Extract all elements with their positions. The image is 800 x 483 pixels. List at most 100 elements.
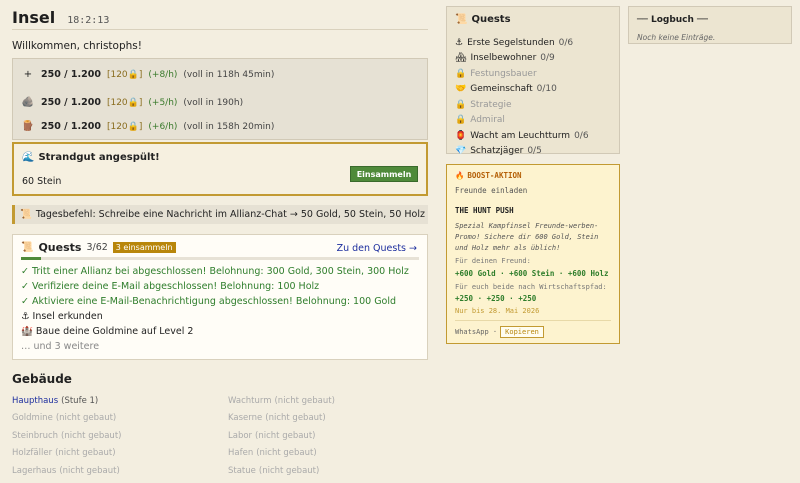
friend-label: Für deinen Freund: <box>455 257 531 265</box>
boost-subtitle: Freunde einladen <box>455 186 528 195</box>
side-quest-item[interactable]: 🔒 Strategie <box>455 97 589 113</box>
side-quest-name: Strategie <box>470 99 512 110</box>
lock-icon: 🔒 <box>455 115 467 126</box>
lock-icon: 🔒 <box>455 99 467 110</box>
side-quest-item[interactable]: 🏘 Inselbewohner 0/9 <box>455 51 589 67</box>
side-quest-progress: 0/10 <box>536 84 557 95</box>
side-quest-name: Gemeinschaft <box>470 84 533 95</box>
building-state: (nicht gebaut) <box>256 448 317 459</box>
quest-icon: 🏘 <box>455 53 467 64</box>
building-item: Holzfäller (nicht gebaut) <box>12 445 125 463</box>
side-quest-item[interactable]: 💎 Schatzjäger 0/5 <box>455 144 589 160</box>
side-quests-header: 📜 Quests <box>455 14 511 25</box>
wave-icon: 🌊 <box>22 152 35 163</box>
quests-panel: 📜 Quests 3/62 3 einsammeln Zu den Quests… <box>12 234 428 360</box>
gold-icon: + <box>23 69 33 80</box>
resource-amount: 250 / 1.200 <box>41 69 101 80</box>
copy-button[interactable]: Kopieren <box>500 326 544 338</box>
quest-item: … und 3 weitere <box>21 341 100 352</box>
quest-icon: ⚓ <box>455 37 464 48</box>
side-quest-name: Festungsbauer <box>470 68 537 79</box>
quest-item: ⚓ Insel erkunden <box>21 311 103 322</box>
resource-rate: (+5/h) <box>148 97 178 108</box>
alert-title: Strandgut angespült! <box>38 152 160 163</box>
side-quest-progress: 0/6 <box>558 37 574 48</box>
building-name: Goldmine <box>12 413 53 424</box>
lock-icon: 🔒 <box>455 68 467 79</box>
quest-item: 🏰 Baue deine Goldmine auf Level 2 <box>21 326 194 337</box>
quest-icon: 💎 <box>455 146 467 157</box>
building-item: Steinmauer(nicht gebaut) <box>12 480 125 483</box>
building-name: Lagerhaus <box>12 465 57 476</box>
boost-header: 🔥 BOOST-AKTION <box>455 171 522 180</box>
side-quest-item[interactable]: 🔒 Admiral <box>455 113 589 129</box>
quest-icon: 🤝 <box>455 84 467 95</box>
quests-link[interactable]: Zu den Quests → <box>337 243 417 254</box>
resource-row-wood: 🪵 250 / 1.200 [120🔒] (+6/h) (voll in 158… <box>21 121 275 132</box>
resource-full-time: (voll in 118h 45min) <box>183 69 275 80</box>
quest-item: ✓ Verifiziere deine E-Mail abgeschlossen… <box>21 281 320 292</box>
quests-header: 📜 Quests 3/62 3 einsammeln <box>21 241 176 254</box>
side-quest-name: Schatzjäger <box>470 146 524 157</box>
buildings-column-1: Haupthaus (Stufe 1) Goldmine (nicht gebaut)… <box>12 392 125 483</box>
buildings-title: Gebäude <box>12 372 72 386</box>
boost-promo: 🔥 BOOST-AKTION Freunde einladen THE HUNT… <box>446 164 620 344</box>
daily-order: 📜 Tagesbefehl: Schreibe eine Nachricht i… <box>12 205 428 224</box>
resource-rate: (+6/h) <box>148 121 178 132</box>
boost-header-text: BOOST-AKTION <box>467 171 522 180</box>
collect-button[interactable]: Einsammeln <box>350 166 418 182</box>
quests-progress-fill <box>21 257 41 260</box>
building-state: (nicht gebaut) <box>274 395 335 406</box>
resource-cap: [120🔒] <box>106 69 143 80</box>
side-quest-progress: 0/6 <box>574 130 589 141</box>
building-state: (nicht gebaut) <box>55 413 117 424</box>
side-quest-item[interactable]: 🔒 Festungsbauer <box>455 66 589 82</box>
page-title: Insel <box>12 8 56 27</box>
alert-text: 60 Stein <box>22 176 62 187</box>
wood-icon: 🪵 <box>21 121 35 132</box>
building-name: Hafen <box>228 448 254 459</box>
building-name: Kaserne <box>228 413 263 424</box>
building-item[interactable]: Haupthaus (Stufe 1) <box>12 392 125 410</box>
both-reward: +250 · +250 · +250 <box>455 294 537 303</box>
building-name: Holzfäller <box>12 448 53 459</box>
resource-cap: [120🔒] <box>106 97 143 108</box>
side-quest-name: Wacht am Leuchtturm <box>470 130 571 141</box>
resource-rate: (+8/h) <box>148 69 178 80</box>
building-item: Lagerhaus (nicht gebaut) <box>12 462 125 480</box>
building-state: (nicht gebaut) <box>255 430 316 441</box>
collect-badge[interactable]: 3 einsammeln <box>112 242 176 253</box>
side-quests-panel: 📜 Quests ⚓ Erste Segelstunden 0/6 🏘 Inselbew… <box>446 6 620 156</box>
side-quest-progress: 0/5 <box>527 146 542 157</box>
stone-icon: 🪨 <box>21 97 35 108</box>
building-name: Wachturm <box>228 395 272 406</box>
main-column: Insel 18:2:13 Willkommen, christophs! + … <box>12 0 428 476</box>
resource-row-gold: + 250 / 1.200 [120🔒] (+8/h) (voll in 118… <box>21 69 275 80</box>
building-state: (Stufe 1) <box>61 395 99 406</box>
buildings-column-2: Wachturm (nicht gebaut) Kaserne (nicht geba… <box>228 392 353 483</box>
building-name: Steinbruch <box>12 430 59 441</box>
side-quest-item[interactable]: ⚓ Erste Segelstunden 0/6 <box>455 35 589 51</box>
building-state: (nicht gebaut) <box>59 465 120 476</box>
building-item: Goldmine (nicht gebaut) <box>12 410 125 428</box>
side-quest-name: Inselbewohner <box>470 53 537 64</box>
quests-title: Quests <box>38 241 82 254</box>
clock: 18:2:13 <box>67 15 110 26</box>
side-quest-progress: 0/9 <box>540 53 555 64</box>
side-quest-item[interactable]: 🤝 Gemeinschaft 0/10 <box>455 82 589 98</box>
resource-full-time: (voll in 190h) <box>183 97 244 108</box>
quests-progress-bar <box>21 257 419 260</box>
whatsapp-link[interactable]: WhatsApp · <box>455 328 497 336</box>
building-state: (nicht gebaut) <box>61 430 122 441</box>
scroll-icon: 📜 <box>455 14 468 25</box>
side-quests-list: ⚓ Erste Segelstunden 0/6 🏘 Inselbewohner 0/9 🔒… <box>455 35 589 159</box>
logbook-empty: Noch keine Einträge. <box>637 33 716 42</box>
side-quest-item[interactable]: 🏮 Wacht am Leuchtturm 0/6 <box>455 128 589 144</box>
building-name: Statue <box>228 465 256 476</box>
fire-icon: 🔥 <box>455 171 465 180</box>
building-item: Hafen (nicht gebaut) <box>228 445 353 463</box>
resource-amount: 250 / 1.200 <box>41 97 101 108</box>
building-name[interactable]: Haupthaus <box>12 396 58 406</box>
building-item: Steinbruch (nicht gebaut) <box>12 427 125 445</box>
building-item: Statue (nicht gebaut) <box>228 462 353 480</box>
